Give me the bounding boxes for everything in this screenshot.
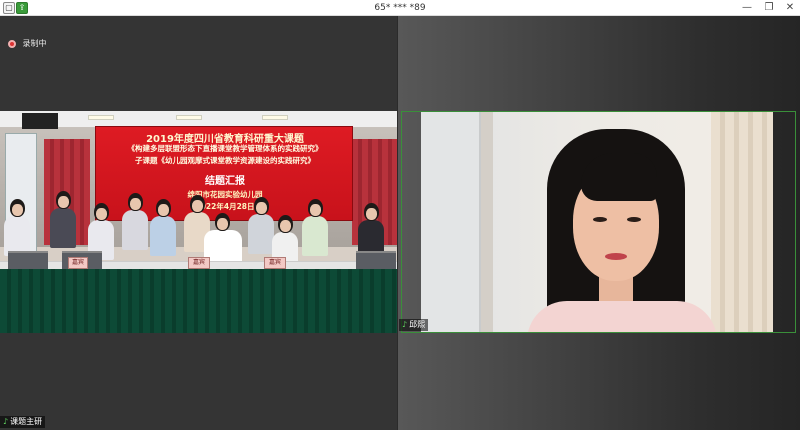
- recording-label: 录制中: [22, 39, 47, 48]
- banner-heading: 结题汇报: [205, 176, 245, 187]
- restore-button[interactable]: ❐: [760, 0, 778, 16]
- participant-name-tag: ♪ 课题主研: [0, 416, 46, 428]
- speaker-doorframe: [421, 111, 481, 333]
- banner-line: 子课题《幼儿园观摩式课堂教学资源建设的实践研究》: [135, 156, 315, 165]
- banner-line: 《构建多层联盟形态下直播课堂教学管理体系的实践研究》: [127, 144, 323, 153]
- main-video-feed[interactable]: 2019年度四川省教育科研重大课题 《构建多层联盟形态下直播课堂教学管理体系的实…: [0, 111, 397, 333]
- audience-member: [48, 191, 78, 249]
- speaker-shirt: [527, 301, 717, 333]
- microphone-icon: ♪: [402, 320, 408, 329]
- speaker-lips: [605, 253, 627, 260]
- record-icon: [8, 39, 16, 48]
- audience-member: [120, 193, 150, 251]
- minimize-button[interactable]: —: [738, 0, 756, 16]
- speaker-eye: [627, 217, 641, 222]
- speaker-eye: [593, 217, 607, 222]
- audience-member: [300, 199, 330, 257]
- window-titlebar: ▢ ⇪ 65* *** *89 — ❐ ✕: [0, 0, 800, 16]
- ceiling-light: [88, 115, 114, 120]
- window-title: 65* *** *89: [374, 3, 426, 13]
- nameplate: 嘉宾: [188, 257, 210, 269]
- laptop: [8, 251, 48, 269]
- recording-indicator: 录制中: [8, 38, 47, 49]
- wall-speaker: [22, 113, 58, 129]
- nameplate: 嘉宾: [68, 257, 88, 269]
- participant-name-tag: ♪ 邱熙: [399, 319, 429, 331]
- microphone-icon: ♪: [3, 417, 9, 426]
- speaker-curtain: [711, 111, 773, 333]
- nameplate: 嘉宾: [264, 257, 286, 269]
- close-button[interactable]: ✕: [781, 0, 799, 16]
- ceiling-light: [262, 115, 288, 120]
- audience-member: [2, 199, 32, 257]
- speaker-video-feed[interactable]: [421, 111, 773, 333]
- speaker-shelf: [481, 111, 493, 333]
- participant-name: 课题主研: [10, 417, 43, 426]
- speaker-bangs: [581, 153, 657, 201]
- audience-member: [148, 199, 178, 257]
- participant-name: 邱熙: [409, 320, 426, 329]
- tablecloth: [0, 269, 397, 333]
- laptop: [356, 251, 396, 269]
- ceiling-light: [176, 115, 202, 120]
